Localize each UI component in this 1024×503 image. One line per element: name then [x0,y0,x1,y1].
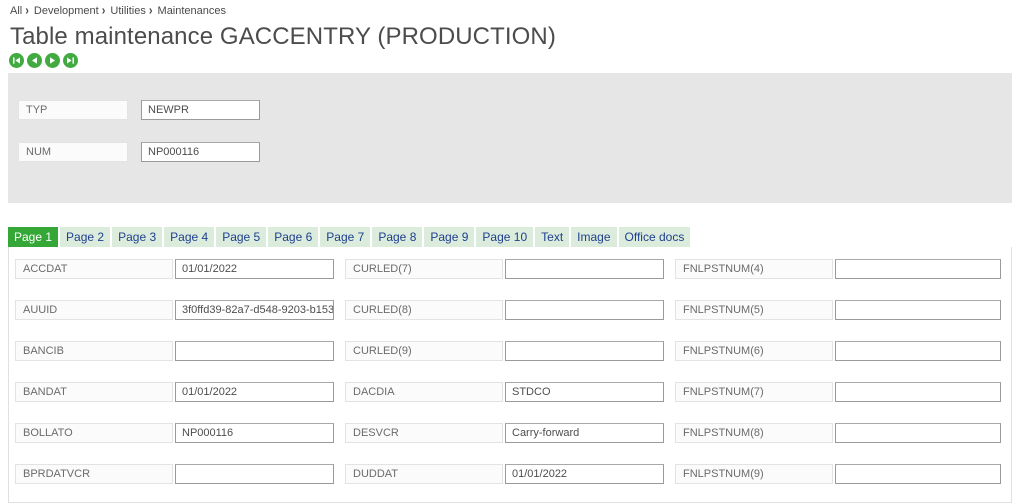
form-field-row: CURLED(9) [345,341,664,361]
field-input-curled9[interactable] [505,341,664,361]
form-field-row: DUDDAT01/01/2022 [345,464,664,484]
key-field-row: NUM NP000116 [18,142,260,162]
form-field-row: BANCIB [15,341,334,361]
next-icon [48,56,57,65]
form-field-row: CURLED(7) [345,259,664,279]
field-label-curled7: CURLED(7) [345,259,503,279]
breadcrumb-item-development[interactable]: Development [34,4,99,18]
form-field-row: FNLPSTNUM(5) [675,300,1001,320]
field-input-bprdatvcr[interactable] [175,464,334,484]
field-input-dacdia[interactable]: STDCO [505,382,664,402]
breadcrumb: All›Development›Utilities›Maintenances [0,0,1024,18]
breadcrumb-item-maintenances: Maintenances [158,4,227,18]
field-input-duddat[interactable]: 01/01/2022 [505,464,664,484]
form-panel: ACCDAT01/01/2022AUUID3f0ffd39-82a7-d548-… [8,247,1012,503]
breadcrumb-item-all[interactable]: All [10,4,22,18]
tab-page-5[interactable]: Page 5 [216,227,266,247]
form-field-row: AUUID3f0ffd39-82a7-d548-9203-b1534c6dfc [15,300,334,320]
field-input-curled8[interactable] [505,300,664,320]
field-label-fnlpstnum5: FNLPSTNUM(5) [675,300,833,320]
last-record-button[interactable] [63,53,78,68]
tab-page-8[interactable]: Page 8 [372,227,422,247]
first-record-button[interactable] [9,53,24,68]
page-tabs: Page 1Page 2Page 3Page 4Page 5Page 6Page… [8,227,1012,247]
previous-icon [30,56,39,65]
tab-page-6[interactable]: Page 6 [268,227,318,247]
tab-page-9[interactable]: Page 9 [424,227,474,247]
field-input-bancib[interactable] [175,341,334,361]
tab-page-10[interactable]: Page 10 [476,227,533,247]
field-label-auuid: AUUID [15,300,173,320]
field-label-duddat: DUDDAT [345,464,503,484]
form-field-row: BANDAT01/01/2022 [15,382,334,402]
next-record-button[interactable] [45,53,60,68]
field-label-fnlpstnum6: FNLPSTNUM(6) [675,341,833,361]
field-label-bprdatvcr: BPRDATVCR [15,464,173,484]
previous-record-button[interactable] [27,53,42,68]
form-field-row: DACDIASTDCO [345,382,664,402]
field-input-fnlpstnum4[interactable] [835,259,1001,279]
last-icon [66,56,75,65]
breadcrumb-separator-icon: › [25,3,29,19]
field-label-desvcr: DESVCR [345,423,503,443]
form-field-row: FNLPSTNUM(8) [675,423,1001,443]
breadcrumb-item-utilities[interactable]: Utilities [110,4,145,18]
tab-text[interactable]: Text [535,227,569,247]
field-input-bandat[interactable]: 01/01/2022 [175,382,334,402]
field-input-fnlpstnum6[interactable] [835,341,1001,361]
field-label-num: NUM [18,142,128,162]
field-label-accdat: ACCDAT [15,259,173,279]
field-label-fnlpstnum7: FNLPSTNUM(7) [675,382,833,402]
tab-page-1[interactable]: Page 1 [8,227,58,247]
form-field-row: ACCDAT01/01/2022 [15,259,334,279]
form-field-row: CURLED(8) [345,300,664,320]
form-field-row: FNLPSTNUM(7) [675,382,1001,402]
field-label-curled9: CURLED(9) [345,341,503,361]
field-label-curled8: CURLED(8) [345,300,503,320]
field-label-bollato: BOLLATO [15,423,173,443]
field-input-bollato[interactable]: NP000116 [175,423,334,443]
field-label-bancib: BANCIB [15,341,173,361]
tab-page-2[interactable]: Page 2 [60,227,110,247]
field-input-curled7[interactable] [505,259,664,279]
record-key-panel: TYP NEWPR NUM NP000116 [8,73,1012,203]
field-label-fnlpstnum4: FNLPSTNUM(4) [675,259,833,279]
form-field-row: FNLPSTNUM(9) [675,464,1001,484]
field-input-accdat[interactable]: 01/01/2022 [175,259,334,279]
form-field-grid: ACCDAT01/01/2022AUUID3f0ffd39-82a7-d548-… [9,247,1011,502]
key-field-row: TYP NEWPR [18,100,260,120]
field-input-auuid[interactable]: 3f0ffd39-82a7-d548-9203-b1534c6dfc [175,300,334,320]
tab-page-4[interactable]: Page 4 [164,227,214,247]
tab-strip-filler [692,227,1012,247]
field-input-fnlpstnum5[interactable] [835,300,1001,320]
breadcrumb-separator-icon: › [102,3,106,19]
tab-image[interactable]: Image [571,227,616,247]
form-field-row: BOLLATONP000116 [15,423,334,443]
tab-page-3[interactable]: Page 3 [112,227,162,247]
field-label-bandat: BANDAT [15,382,173,402]
field-input-fnlpstnum8[interactable] [835,423,1001,443]
tab-page-7[interactable]: Page 7 [320,227,370,247]
form-field-row: BPRDATVCR [15,464,334,484]
field-input-fnlpstnum9[interactable] [835,464,1001,484]
field-label-fnlpstnum9: FNLPSTNUM(9) [675,464,833,484]
page-title: Table maintenance GACCENTRY (PRODUCTION) [10,23,1024,51]
breadcrumb-separator-icon: › [149,3,153,19]
record-navigation [9,53,1024,68]
field-label-typ: TYP [18,100,128,120]
field-input-fnlpstnum7[interactable] [835,382,1001,402]
form-field-row: DESVCRCarry-forward [345,423,664,443]
form-field-row: FNLPSTNUM(6) [675,341,1001,361]
field-input-desvcr[interactable]: Carry-forward [505,423,664,443]
field-label-dacdia: DACDIA [345,382,503,402]
first-icon [12,56,21,65]
field-input-num[interactable]: NP000116 [141,142,260,162]
form-field-row: FNLPSTNUM(4) [675,259,1001,279]
field-label-fnlpstnum8: FNLPSTNUM(8) [675,423,833,443]
tab-office-docs[interactable]: Office docs [619,227,691,247]
field-input-typ[interactable]: NEWPR [141,100,260,120]
